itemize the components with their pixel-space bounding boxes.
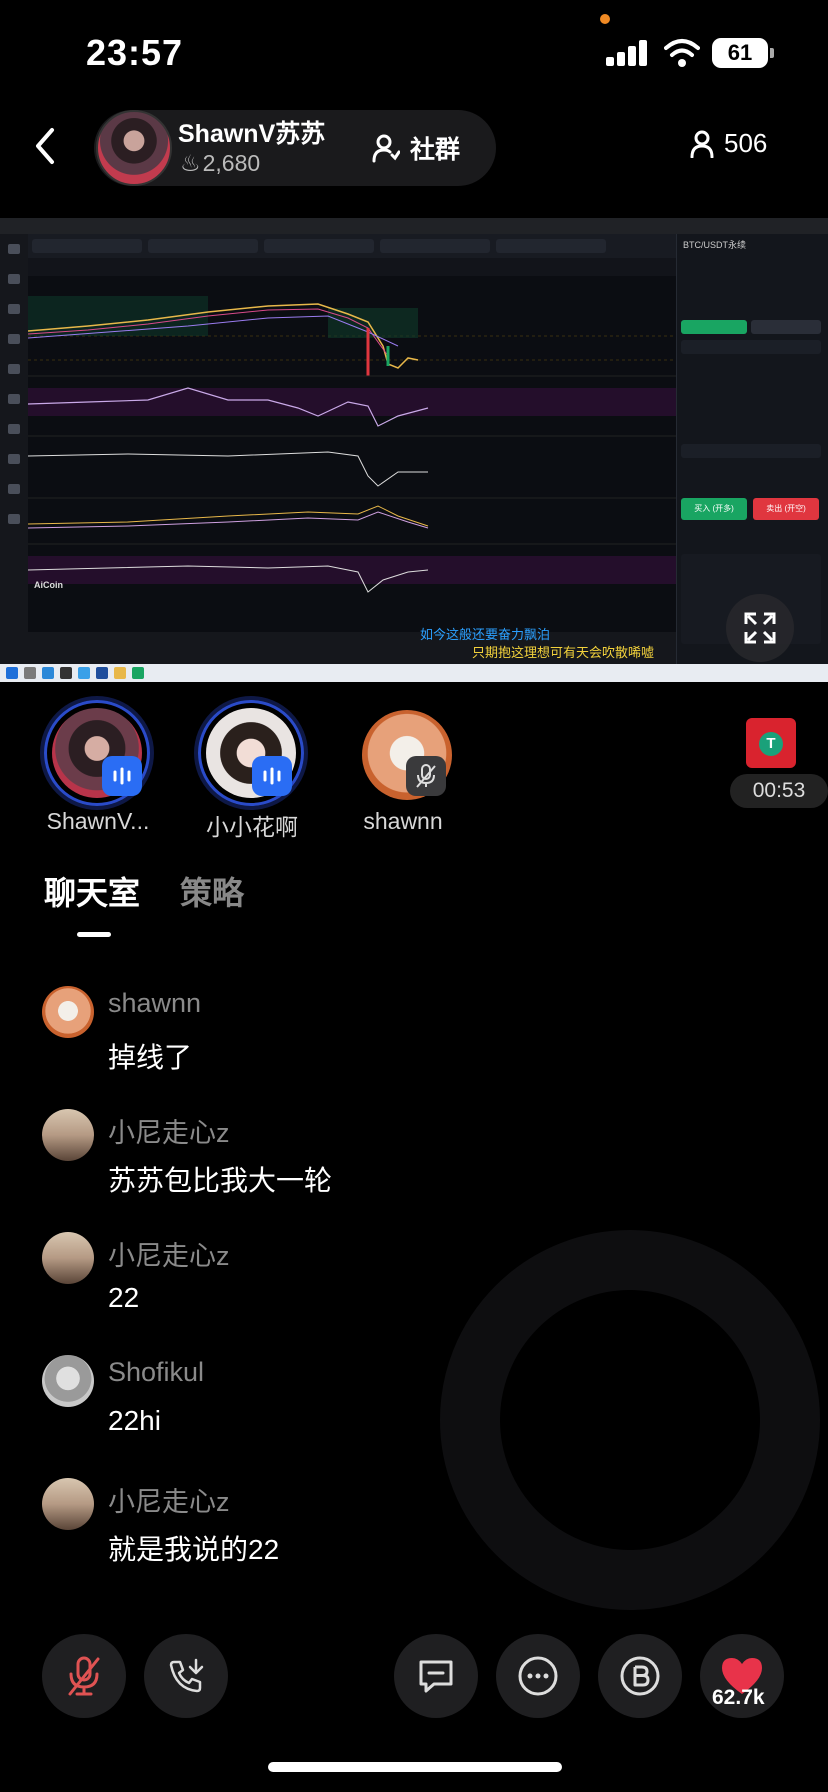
tab-strategy[interactable]: 策略	[180, 868, 244, 914]
chart-toolbar	[28, 258, 676, 276]
chat-message: shawnn 掉线了	[0, 986, 828, 1096]
aicoin-watermark: AiCoin	[34, 580, 63, 590]
battery-tip	[770, 48, 774, 58]
app-left-rail	[0, 234, 28, 664]
close-position-tab	[751, 320, 821, 334]
call-button[interactable]	[144, 1634, 228, 1718]
avatar[interactable]	[42, 1478, 94, 1530]
tab-chat[interactable]: 聊天室	[44, 868, 140, 914]
message-text: 掉线了	[108, 1042, 193, 1073]
open-position-tab	[681, 320, 747, 334]
listener-count: 506	[724, 128, 768, 158]
red-packet-timer: 00:53	[730, 774, 828, 808]
clock: 23:57	[86, 32, 184, 73]
red-packet-icon[interactable]: T	[746, 718, 796, 768]
chat-message: 小尼走心z 苏苏包比我大一轮	[0, 1109, 828, 1219]
community-button[interactable]: 社群	[372, 128, 460, 168]
message-text: 就是我说的22	[108, 1534, 280, 1565]
status-bar: 23:57 61	[0, 0, 828, 100]
more-dots-icon	[518, 1656, 558, 1696]
b-coin-icon	[620, 1656, 660, 1696]
privacy-indicator-dot	[600, 14, 610, 24]
active-tab-indicator	[77, 932, 111, 937]
message-author[interactable]: 小尼走心z	[108, 1111, 230, 1150]
listener-count-button[interactable]: 506	[690, 128, 767, 159]
home-indicator[interactable]	[268, 1762, 562, 1772]
chat-message: Shofikul 22hi	[0, 1355, 828, 1465]
more-button[interactable]	[496, 1634, 580, 1718]
avatar[interactable]	[42, 986, 94, 1038]
mic-toggle-button[interactable]	[42, 1634, 126, 1718]
cellular-signal-icon	[606, 40, 648, 66]
host-avatar[interactable]	[96, 110, 172, 186]
buy-long-button: 买入 (开多)	[681, 498, 747, 520]
avatar[interactable]	[42, 1109, 94, 1161]
wifi-icon	[664, 39, 700, 67]
person-icon	[690, 130, 714, 158]
speaker-name: 小小花啊	[206, 814, 298, 840]
community-label: 社群	[410, 136, 461, 164]
price-input	[681, 340, 821, 354]
coin-button[interactable]	[598, 1634, 682, 1718]
chat-message: 小尼走心z 就是我说的22	[0, 1478, 828, 1588]
like-count: 62.7k	[712, 1686, 765, 1709]
host-name: ShawnV苏苏	[178, 120, 326, 148]
symbol-tabs	[28, 234, 676, 258]
speaking-wave-icon	[252, 756, 292, 796]
speaker-name: ShawnV...	[46, 808, 150, 834]
avatar[interactable]	[42, 1355, 94, 1407]
battery-level: 61	[712, 38, 768, 68]
mic-muted-icon	[406, 756, 446, 796]
message-text: 22hi	[108, 1405, 161, 1436]
message-icon	[419, 1660, 453, 1693]
chat-message: 小尼走心z 22	[0, 1232, 828, 1342]
message-author[interactable]: 小尼走心z	[108, 1480, 230, 1519]
sell-short-button: 卖出 (开空)	[753, 498, 819, 520]
community-person-icon	[372, 134, 400, 163]
message-text: 苏苏包比我大一轮	[108, 1165, 333, 1196]
flame-icon: ♨	[180, 150, 201, 176]
speaking-wave-icon	[102, 756, 142, 796]
back-chevron-icon[interactable]	[28, 126, 64, 166]
trade-panel-title: BTC/USDT永续	[683, 240, 747, 250]
windows-taskbar	[0, 664, 828, 682]
phone-incoming-icon	[169, 1658, 204, 1693]
window-title-bar	[0, 218, 828, 234]
amount-input	[681, 444, 821, 458]
mic-off-icon	[68, 1656, 100, 1696]
fullscreen-button[interactable]	[726, 594, 794, 662]
message-author[interactable]: shawnn	[108, 988, 201, 1019]
message-author[interactable]: Shofikul	[108, 1357, 204, 1388]
message-text: 22	[108, 1282, 140, 1313]
host-likes-count: 2,680	[202, 150, 261, 176]
speaker-name: shawnn	[363, 808, 443, 834]
message-author[interactable]: 小尼走心z	[108, 1234, 230, 1273]
price-chart	[28, 276, 676, 632]
screen-share-view[interactable]: AiCoin BTC/USDT永续 买入 (开多) 卖出 (开空) 如今这般还要…	[0, 218, 828, 682]
avatar[interactable]	[42, 1232, 94, 1284]
expand-icon	[744, 612, 776, 644]
video-subtitle-line2: 只期抱这理想可有天会吹散唏嘘	[472, 645, 655, 660]
comment-button[interactable]	[394, 1634, 478, 1718]
video-subtitle-line1: 如今这般还要奋力飘泊	[420, 627, 551, 642]
host-likes: ♨2,680	[180, 150, 260, 177]
